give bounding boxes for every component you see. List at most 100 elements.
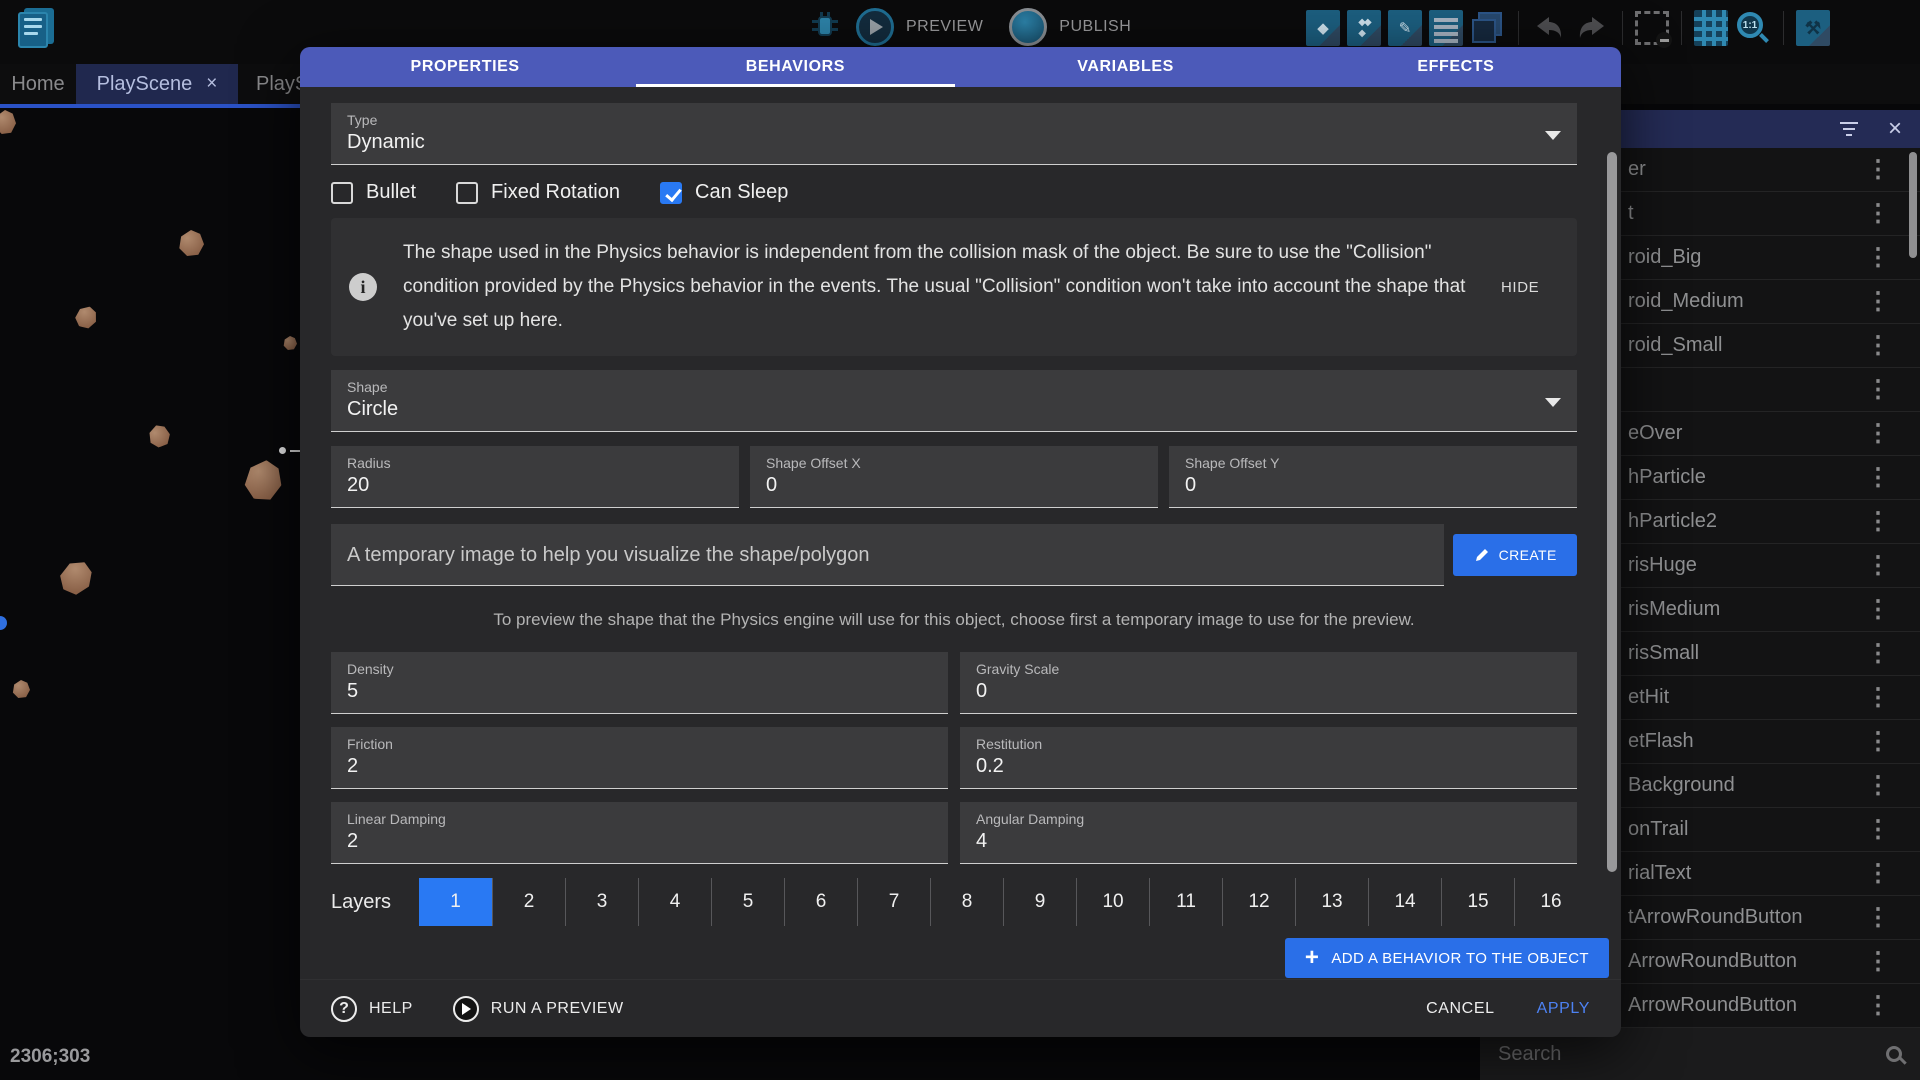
add-behavior-button[interactable]: + ADD A BEHAVIOR TO THE OBJECT xyxy=(1285,938,1609,978)
type-select[interactable]: Type Dynamic xyxy=(331,103,1577,165)
kebab-menu-icon[interactable]: ⋮ xyxy=(1866,378,1890,402)
kebab-menu-icon[interactable]: ⋮ xyxy=(1866,422,1890,446)
gravity-scale-input[interactable] xyxy=(976,680,1532,703)
kebab-menu-icon[interactable]: ⋮ xyxy=(1866,862,1890,886)
kebab-menu-icon[interactable]: ⋮ xyxy=(1866,246,1890,270)
shape-offset-y-input[interactable] xyxy=(1185,474,1542,497)
dialog-tab[interactable]: BEHAVIORS xyxy=(630,47,960,87)
linear-damping-field[interactable]: Linear Damping xyxy=(331,802,948,864)
search-input[interactable] xyxy=(1498,1043,1886,1066)
asteroid-sprite[interactable] xyxy=(178,230,204,256)
restitution-input[interactable] xyxy=(976,755,1532,778)
layer-chip[interactable]: 4 xyxy=(638,878,711,926)
friction-input[interactable] xyxy=(347,755,903,778)
layer-chip[interactable]: 3 xyxy=(565,878,638,926)
radius-input[interactable] xyxy=(347,474,704,497)
kebab-menu-icon[interactable]: ⋮ xyxy=(1866,202,1890,226)
layer-chip[interactable]: 5 xyxy=(711,878,784,926)
density-field[interactable]: Density xyxy=(331,652,948,714)
tools-icon[interactable]: ⚒ xyxy=(1796,10,1830,46)
edit-scene-icon[interactable]: ✎ xyxy=(1388,10,1422,46)
dialog-tab[interactable]: PROPERTIES xyxy=(300,47,630,87)
kebab-menu-icon[interactable]: ⋮ xyxy=(1866,994,1890,1018)
layers-panel-icon[interactable] xyxy=(1470,10,1506,46)
kebab-menu-icon[interactable]: ⋮ xyxy=(1866,642,1890,666)
temp-image-input[interactable] xyxy=(347,544,1428,567)
publish-button[interactable]: PUBLISH xyxy=(1059,18,1131,36)
origin-handle-dot[interactable] xyxy=(279,447,286,454)
shape-offset-x-field[interactable]: Shape Offset X xyxy=(750,446,1158,508)
selection-point[interactable] xyxy=(0,616,7,630)
properties-list-icon[interactable] xyxy=(1429,10,1463,46)
checkbox[interactable]: Bullet xyxy=(331,181,416,204)
restitution-field[interactable]: Restitution xyxy=(960,727,1577,789)
layer-chip[interactable]: 10 xyxy=(1076,878,1149,926)
object-groups-icon[interactable]: ◆◆◆ xyxy=(1347,10,1381,46)
checkbox[interactable]: Can Sleep xyxy=(660,181,788,204)
objects-scrollbar-thumb[interactable] xyxy=(1909,152,1917,258)
run-preview-button[interactable]: RUN A PREVIEW xyxy=(453,996,624,1022)
kebab-menu-icon[interactable]: ⋮ xyxy=(1866,950,1890,974)
linear-damping-input[interactable] xyxy=(347,830,903,853)
preview-play-icon[interactable] xyxy=(856,8,894,46)
layer-chip[interactable]: 7 xyxy=(857,878,930,926)
tab-playscene[interactable]: PlayScene × xyxy=(76,64,238,104)
kebab-menu-icon[interactable]: ⋮ xyxy=(1866,466,1890,490)
kebab-menu-icon[interactable]: ⋮ xyxy=(1866,290,1890,314)
layer-chip[interactable]: 14 xyxy=(1368,878,1441,926)
kebab-menu-icon[interactable]: ⋮ xyxy=(1866,906,1890,930)
apply-button[interactable]: APPLY xyxy=(1537,1000,1590,1018)
layer-chip[interactable]: 2 xyxy=(492,878,565,926)
undo-icon[interactable] xyxy=(1531,10,1567,46)
kebab-menu-icon[interactable]: ⋮ xyxy=(1866,598,1890,622)
add-object-icon[interactable]: ◆ xyxy=(1306,10,1340,46)
checkbox[interactable]: Fixed Rotation xyxy=(456,181,620,204)
project-manager-icon[interactable] xyxy=(16,6,60,50)
layer-chip[interactable]: 12 xyxy=(1222,878,1295,926)
layer-chip[interactable]: 11 xyxy=(1149,878,1222,926)
redo-icon[interactable] xyxy=(1574,10,1610,46)
panel-close-icon[interactable]: × xyxy=(1888,117,1902,141)
hide-button[interactable]: HIDE xyxy=(1501,279,1539,296)
tab-home[interactable]: Home xyxy=(0,64,76,104)
friction-field[interactable]: Friction xyxy=(331,727,948,789)
layer-chip[interactable]: 16 xyxy=(1514,878,1587,926)
layer-chip[interactable]: 13 xyxy=(1295,878,1368,926)
angular-damping-field[interactable]: Angular Damping xyxy=(960,802,1577,864)
kebab-menu-icon[interactable]: ⋮ xyxy=(1866,774,1890,798)
kebab-menu-icon[interactable]: ⋮ xyxy=(1866,510,1890,534)
shape-offset-x-input[interactable] xyxy=(766,474,1123,497)
layer-chip[interactable]: 6 xyxy=(784,878,857,926)
cancel-button[interactable]: CANCEL xyxy=(1426,1000,1495,1018)
asteroid-sprite[interactable] xyxy=(283,336,297,350)
asteroid-sprite[interactable] xyxy=(54,554,99,599)
kebab-menu-icon[interactable]: ⋮ xyxy=(1866,554,1890,578)
publish-globe-icon[interactable] xyxy=(1009,8,1047,46)
asteroid-sprite[interactable] xyxy=(146,423,173,450)
layer-chip[interactable]: 9 xyxy=(1003,878,1076,926)
asteroid-sprite[interactable] xyxy=(12,680,30,698)
layer-chip[interactable]: 1 xyxy=(419,878,492,926)
help-button[interactable]: ? HELP xyxy=(331,996,413,1022)
kebab-menu-icon[interactable]: ⋮ xyxy=(1866,818,1890,842)
layer-chip[interactable]: 15 xyxy=(1441,878,1514,926)
create-button[interactable]: CREATE xyxy=(1453,534,1577,576)
dialog-tab[interactable]: EFFECTS xyxy=(1291,47,1621,87)
asteroid-sprite[interactable] xyxy=(72,303,100,331)
shape-select[interactable]: Shape Circle xyxy=(331,370,1577,432)
gravity-scale-field[interactable]: Gravity Scale xyxy=(960,652,1577,714)
zoom-1-1-icon[interactable]: 1:1 xyxy=(1735,10,1771,46)
kebab-menu-icon[interactable]: ⋮ xyxy=(1866,334,1890,358)
density-input[interactable] xyxy=(347,680,903,703)
radius-field[interactable]: Radius xyxy=(331,446,739,508)
shape-offset-y-field[interactable]: Shape Offset Y xyxy=(1169,446,1577,508)
angular-damping-input[interactable] xyxy=(976,830,1532,853)
dialog-tab[interactable]: VARIABLES xyxy=(961,47,1291,87)
kebab-menu-icon[interactable]: ⋮ xyxy=(1866,730,1890,754)
dialog-scrollbar-thumb[interactable] xyxy=(1607,152,1617,872)
clear-selection-icon[interactable] xyxy=(1635,11,1669,45)
kebab-menu-icon[interactable]: ⋮ xyxy=(1866,158,1890,182)
tab-close-icon[interactable]: × xyxy=(206,73,217,95)
filter-icon[interactable] xyxy=(1840,122,1858,136)
asteroid-sprite[interactable] xyxy=(0,110,16,134)
